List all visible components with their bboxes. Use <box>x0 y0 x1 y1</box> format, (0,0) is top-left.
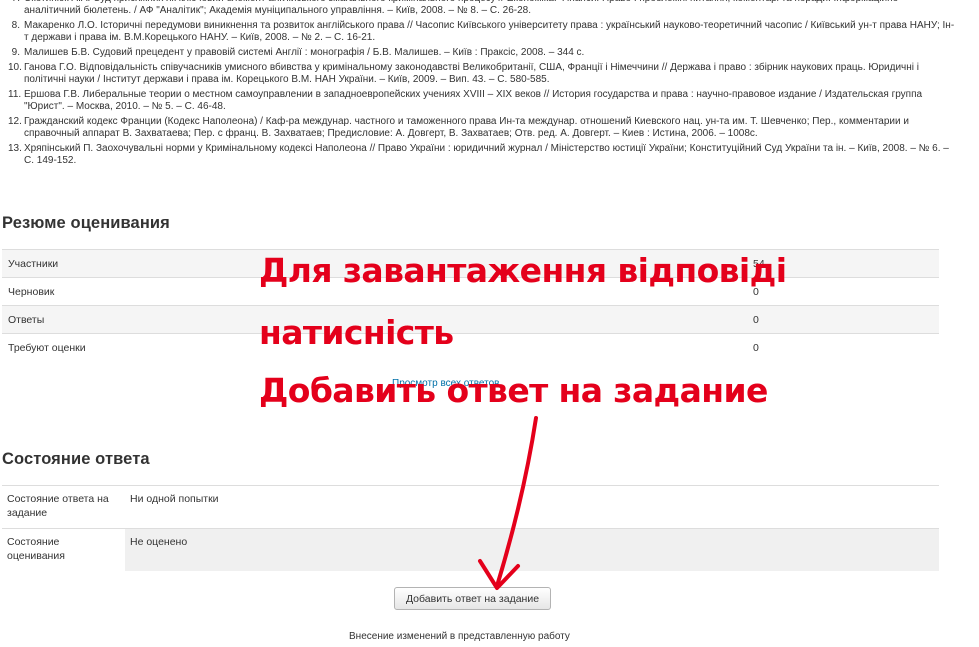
reference-number: 13. <box>8 142 22 154</box>
summary-value: 0 <box>747 305 939 334</box>
reference-item: 12. Гражданский кодекс Франции (Кодекс На… <box>8 116 958 141</box>
reference-number: 9. <box>11 46 20 58</box>
instruction-overlay-line-2: натисність <box>259 313 454 352</box>
status-label: Состояние оценивания <box>2 528 125 571</box>
table-row: Ответы 0 <box>2 305 939 334</box>
reference-text: Гражданский кодекс Франции (Кодекс Напол… <box>24 115 909 139</box>
edit-submission-note: Внесение изменений в представленную рабо… <box>349 631 570 642</box>
reference-text: Ершова Г.В. Либеральные теории о местном… <box>24 88 923 112</box>
reference-text: Ганова Г.О. Відповідальність співучасник… <box>24 61 920 85</box>
reference-text: Малишев Б.В. Судовий прецедент у правові… <box>24 46 585 58</box>
submission-status-heading: Состояние ответа <box>2 450 150 468</box>
status-value: Не оценено <box>125 528 939 571</box>
reference-number: 12. <box>8 115 22 127</box>
grading-summary-heading: Резюме оценивания <box>2 214 170 232</box>
reference-item: 7. Скотинюк А.А. Суд присяжних як ключови… <box>8 0 958 18</box>
table-row: Требуют оценки 0 <box>2 333 939 361</box>
reference-number: 10. <box>8 61 22 73</box>
table-row: Состояние ответа на задание Ни одной поп… <box>2 485 939 529</box>
instruction-overlay-line-3: Добавить ответ на задание <box>259 371 768 410</box>
reference-number: 7. <box>8 0 20 5</box>
reference-text: Скотинюк А.А. Суд присяжних як ключовий … <box>24 0 902 17</box>
reference-item: 10. Ганова Г.О. Відповідальність співучас… <box>8 62 958 87</box>
table-row: Состояние оценивания Не оценено <box>2 528 939 571</box>
reference-item: 8. Макаренко Л.О. Історичні передумови ви… <box>8 20 958 45</box>
reference-item: 9. Малишев Б.В. Судовий прецедент у право… <box>8 47 958 59</box>
status-label: Состояние ответа на задание <box>2 485 125 529</box>
reference-text: Макаренко Л.О. Історичні передумови вини… <box>24 19 955 44</box>
summary-value: 0 <box>747 333 939 361</box>
status-value: Ни одной попытки <box>125 485 939 529</box>
add-submission-button[interactable]: Добавить ответ на задание <box>394 587 551 610</box>
reference-item: 13. Хряпінський П. Заохочувальні норми у … <box>8 143 958 168</box>
reference-item: 11. Ершова Г.В. Либеральные теории о мест… <box>8 89 958 114</box>
instruction-overlay-line-1: Для завантаження відповіді <box>259 251 787 290</box>
references-list: 7. Скотинюк А.А. Суд присяжних як ключови… <box>8 0 958 170</box>
submission-status-table: Состояние ответа на задание Ни одной поп… <box>2 485 939 571</box>
reference-number: 8. <box>11 19 20 31</box>
reference-text: Хряпінський П. Заохочувальні норми у Кри… <box>24 142 949 166</box>
reference-number: 11. <box>8 88 22 100</box>
